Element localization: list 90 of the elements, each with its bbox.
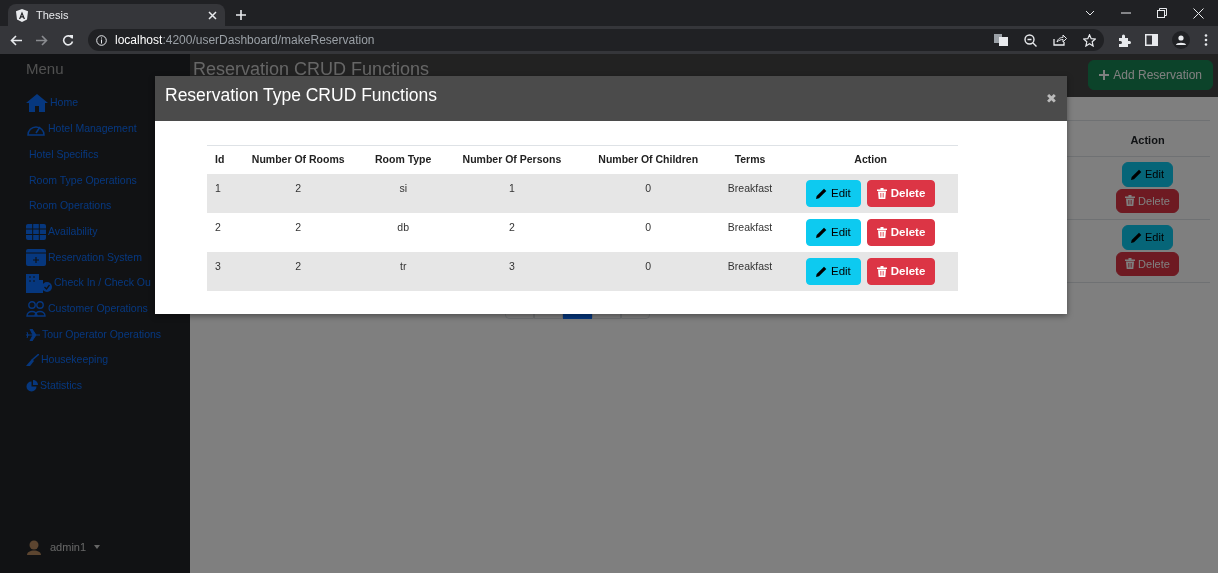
sidebar-link[interactable]: Statistics [26,373,190,399]
table-cell: db [362,212,445,252]
table-cell: 1 [444,173,580,213]
trash-icon [876,226,887,238]
edit-button[interactable]: Edit [1122,162,1173,187]
table-cell: 0 [579,251,717,291]
table-cell: Breakfast [716,173,784,213]
table-cell: Breakfast [716,212,784,252]
table-cell: 2 [234,173,363,213]
modal-title: Reservation Type CRUD Functions [165,84,437,107]
table-grid-icon [26,223,46,240]
column-header: Number Of Persons [444,145,580,174]
forward-arrow-icon[interactable] [36,34,48,46]
table-cell: 2 [444,212,580,252]
trash-icon [1125,258,1136,270]
edit-button[interactable]: Edit [805,257,861,285]
puzzle-icon[interactable] [1118,33,1131,47]
table-cell: 2 [207,212,235,252]
pencil-icon [815,226,827,238]
close-button[interactable]: ✖ [1046,92,1057,105]
table-cell: 3 [207,251,235,291]
pencil-icon [815,265,827,277]
sidebar-link[interactable]: Housekeeping [26,347,190,374]
table-cell: 3 [444,251,580,291]
pencil-icon [815,187,827,199]
column-header: Room Type [362,145,445,174]
table-cell: si [362,173,445,213]
zoom-out-icon[interactable] [1024,33,1037,47]
column-header: Id [207,145,235,174]
sidebar-link[interactable]: Reservation System [26,244,190,271]
kebab-menu-icon[interactable] [1204,34,1208,46]
delete-button[interactable]: Delete [1116,251,1179,276]
column-header: Action [1129,132,1166,148]
trash-icon [876,265,887,277]
edit-button[interactable]: Edit [1122,225,1173,250]
user-name[interactable]: admin1 [50,538,87,555]
delete-button[interactable]: Delete [866,218,936,246]
column-header: Number Of Children [579,145,717,174]
info-icon [96,34,107,46]
airplane-icon [26,328,40,341]
close-icon[interactable] [208,10,217,20]
sidebar-heading: Menu [26,59,65,79]
broom-icon [26,354,39,367]
caret-icon[interactable] [94,544,101,549]
star-icon[interactable] [1083,33,1096,47]
edit-button[interactable]: Edit [805,179,861,207]
sidebar-link[interactable]: Hotel Management [26,116,190,142]
table-cell: 0 [579,173,717,213]
table-cell: Breakfast [716,251,784,291]
sidebar-link[interactable]: Check In / Check Ou [26,270,190,296]
sidebar-link[interactable]: Tour Operator Operations [26,321,190,348]
profile-icon[interactable] [1172,31,1190,49]
pencil-icon [1131,231,1142,243]
browser-tab[interactable]: Thesis [8,4,225,26]
table-cell: 2 [234,212,363,252]
trash-icon [876,187,887,199]
pie-chart-icon [26,379,38,392]
calendar-plus-icon [26,248,46,266]
close-icon[interactable] [1193,7,1204,19]
column-header: Terms [716,145,784,174]
edit-button[interactable]: Edit [805,218,861,246]
trash-icon [1125,195,1136,207]
back-arrow-icon[interactable] [10,34,22,46]
column-header: Number Of Rooms [234,145,363,174]
shield-logo-icon [16,8,28,22]
reload-icon[interactable] [62,34,74,46]
avatar-icon [26,538,42,555]
table-cell: 2 [234,251,363,291]
new-tab-icon[interactable] [235,9,247,21]
delete-button[interactable]: Delete [866,179,936,207]
delete-button[interactable]: Delete [1116,188,1179,213]
home-icon [26,94,48,113]
table-cell: 1 [207,173,235,213]
share-icon[interactable] [1053,34,1067,46]
delete-button[interactable]: Delete [866,257,936,285]
side-panel-icon[interactable] [1145,34,1158,46]
add-reservation-button[interactable]: Add Reservation [1088,60,1213,90]
pencil-icon [1131,168,1142,180]
table-cell: tr [362,251,445,291]
building-check-icon [26,273,52,293]
plus-icon [1099,70,1110,80]
column-header: Action [783,145,958,174]
table-cell: 0 [579,212,717,252]
users-icon [26,300,46,317]
restore-icon[interactable] [1157,8,1167,18]
translate-icon[interactable] [994,34,1008,46]
chevron-down-icon[interactable] [1085,10,1095,16]
sidebar-link[interactable]: Availability [26,218,190,245]
sidebar-link[interactable]: Customer Operations [26,296,190,322]
page-title: Reservation CRUD Functions [193,60,430,78]
